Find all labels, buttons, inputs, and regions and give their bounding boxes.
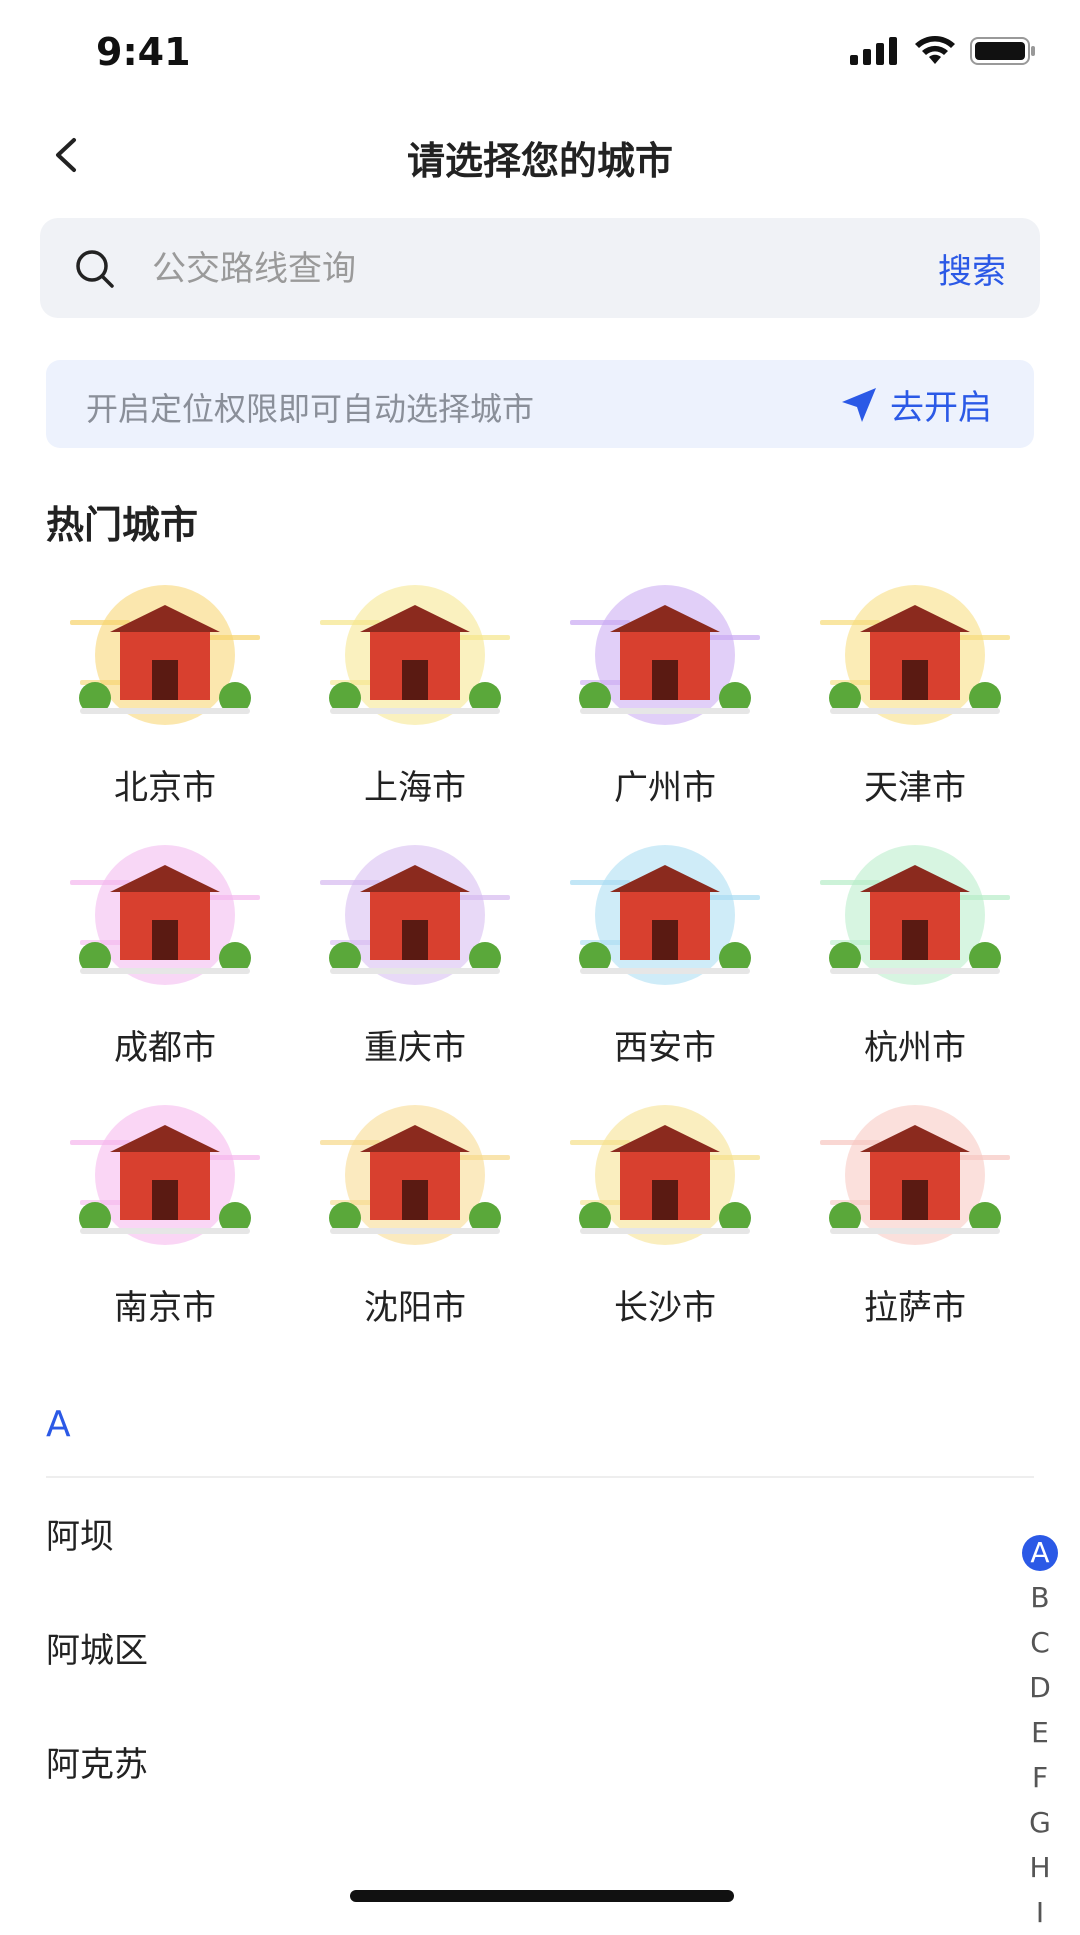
yuelu-academy-icon — [570, 1105, 760, 1245]
index-letter[interactable]: A — [1018, 1530, 1062, 1575]
index-letter[interactable]: C — [1018, 1620, 1062, 1665]
index-letter-label: C — [1030, 1626, 1050, 1659]
hot-city-name: 西安市 — [614, 1028, 716, 1068]
city-list-item[interactable]: 阿坝 — [46, 1480, 1006, 1594]
hot-city-name: 成都市 — [114, 1028, 216, 1068]
hot-city-name: 北京市 — [114, 768, 216, 808]
hot-city-item[interactable]: 北京市 — [40, 560, 290, 820]
hot-city-name: 拉萨市 — [864, 1288, 966, 1328]
search-input[interactable] — [150, 243, 854, 295]
index-letter-label: F — [1031, 1761, 1049, 1794]
hot-city-item[interactable]: 长沙市 — [540, 1080, 790, 1340]
hot-city-item[interactable]: 重庆市 — [290, 820, 540, 1080]
wifi-icon — [915, 36, 955, 64]
index-letter-label: E — [1031, 1716, 1049, 1749]
alpha-section-header: A — [46, 1404, 71, 1445]
oriental-pearl-tower-icon — [320, 585, 510, 725]
battery-icon — [970, 37, 1035, 65]
search-button[interactable]: 搜索 — [938, 244, 1006, 293]
hot-city-item[interactable]: 成都市 — [40, 820, 290, 1080]
tianjin-eye-icon — [820, 585, 1010, 725]
hot-city-name: 重庆市 — [364, 1028, 466, 1068]
location-permission-banner: 开启定位权限即可自动选择城市 去开启 — [46, 360, 1034, 448]
index-letter-label: I — [1035, 1896, 1045, 1929]
divider — [46, 1476, 1034, 1478]
enable-location-label: 去开启 — [890, 388, 992, 428]
home-indicator — [350, 1890, 734, 1902]
bell-tower-icon — [70, 845, 260, 985]
potala-palace-icon — [820, 1105, 1010, 1245]
hot-city-name: 广州市 — [614, 768, 716, 808]
search-bar: 搜索 — [40, 218, 1040, 318]
cellular-signal-icon — [850, 37, 897, 65]
west-lake-icon — [820, 845, 1010, 985]
hot-city-name: 长沙市 — [614, 1288, 716, 1328]
hot-city-item[interactable]: 广州市 — [540, 560, 790, 820]
location-permission-text: 开启定位权限即可自动选择城市 — [86, 390, 535, 428]
hot-city-item[interactable]: 拉萨市 — [790, 1080, 1040, 1340]
twin-towers-icon — [320, 845, 510, 985]
navigation-arrow-icon — [842, 387, 876, 422]
index-letter-label: D — [1029, 1671, 1051, 1704]
index-letter[interactable]: I — [1018, 1890, 1062, 1935]
index-letter[interactable]: G — [1018, 1800, 1062, 1845]
hot-city-item[interactable]: 沈阳市 — [290, 1080, 540, 1340]
index-letter-label: H — [1029, 1851, 1051, 1884]
city-list: 阿坝 阿城区 阿克苏 — [46, 1480, 1006, 1822]
search-icon — [76, 250, 114, 288]
status-time: 9:41 — [96, 30, 191, 74]
hot-city-item[interactable]: 上海市 — [290, 560, 540, 820]
shenyang-palace-icon — [320, 1105, 510, 1245]
alphabet-index: ABCDEFGHI — [1018, 1530, 1062, 1935]
city-list-item[interactable]: 阿城区 — [46, 1594, 1006, 1708]
index-letter[interactable]: D — [1018, 1665, 1062, 1710]
hot-city-item[interactable]: 杭州市 — [790, 820, 1040, 1080]
hot-city-name: 上海市 — [364, 768, 466, 808]
city-list-item[interactable]: 阿克苏 — [46, 1708, 1006, 1822]
index-letter[interactable]: F — [1018, 1755, 1062, 1800]
enable-location-button[interactable]: 去开启 — [840, 380, 992, 429]
hot-city-name: 沈阳市 — [364, 1288, 466, 1328]
hot-cities-title: 热门城市 — [46, 503, 199, 547]
nav-bar: 请选择您的城市 — [0, 110, 1080, 200]
index-letter[interactable]: H — [1018, 1845, 1062, 1890]
hot-city-item[interactable]: 南京市 — [40, 1080, 290, 1340]
forbidden-city-icon — [70, 585, 260, 725]
canton-tower-icon — [570, 585, 760, 725]
index-letter-label: B — [1030, 1581, 1050, 1614]
index-letter[interactable]: E — [1018, 1710, 1062, 1755]
index-letter-label: A — [1022, 1535, 1058, 1571]
page-title: 请选择您的城市 — [406, 139, 673, 183]
hot-city-item[interactable]: 西安市 — [540, 820, 790, 1080]
index-letter[interactable]: B — [1018, 1575, 1062, 1620]
big-wild-goose-pagoda-icon — [570, 845, 760, 985]
index-letter-label: G — [1029, 1806, 1051, 1839]
hot-city-name: 天津市 — [864, 768, 966, 808]
status-bar: 9:41 — [0, 0, 1080, 100]
hot-city-name: 杭州市 — [864, 1028, 966, 1068]
status-icons — [850, 36, 1036, 66]
hot-city-item[interactable]: 天津市 — [790, 560, 1040, 820]
nanjing-gate-icon — [70, 1105, 260, 1245]
hot-city-name: 南京市 — [114, 1288, 216, 1328]
